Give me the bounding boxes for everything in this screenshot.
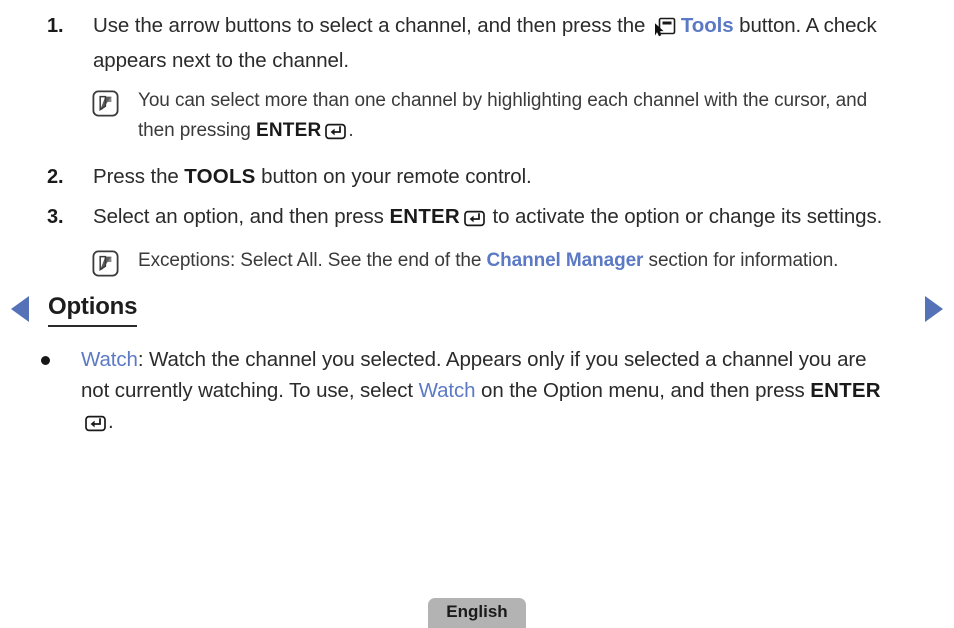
step-1-note-text-b: . [348, 120, 354, 141]
channel-manager-link[interactable]: Channel Manager [486, 250, 643, 271]
step-2: 2. Press the TOOLS button on your remote… [0, 162, 954, 192]
manual-page: 1. Use the arrow buttons to select a cha… [0, 0, 954, 628]
manual-content: 1. Use the arrow buttons to select a cha… [0, 0, 954, 441]
enter-icon [85, 410, 106, 441]
tools-icon [654, 16, 676, 46]
tools-key-label: TOOLS [184, 165, 256, 188]
enter-key-label: ENTER [810, 379, 881, 402]
step-3-note-text-b: section for information. [643, 250, 839, 271]
enter-icon [464, 206, 485, 236]
note-icon [92, 250, 119, 287]
step-3-text-a: Select an option, and then press [93, 205, 390, 228]
option-watch-text-c: . [108, 410, 114, 433]
step-3-note-text-a: Exceptions: Select All. See the end of t… [138, 250, 487, 271]
step-3: 3. Select an option, and then press ENTE… [0, 202, 954, 236]
options-heading: Options [48, 292, 137, 327]
enter-key-label: ENTER [389, 205, 460, 228]
enter-icon [325, 120, 347, 150]
step-1-note-text-a: You can select more than one channel by … [138, 90, 868, 141]
note-icon [92, 90, 119, 127]
options-heading-wrap: Options [0, 292, 954, 327]
bullet-icon [41, 356, 50, 365]
step-2-text-b: button on your remote control. [255, 165, 532, 188]
step-3-number: 3. [47, 206, 64, 228]
step-2-text-a: Press the [93, 165, 185, 188]
step-1: 1. Use the arrow buttons to select a cha… [0, 11, 954, 76]
step-3-note: Exceptions: Select All. See the end of t… [0, 246, 954, 277]
options-list: Watch: Watch the channel you selected. A… [0, 344, 954, 441]
step-1-note: You can select more than one channel by … [0, 86, 954, 150]
step-3-text-b: to activate the option or change its set… [486, 205, 883, 228]
watch-link-2[interactable]: Watch [419, 379, 476, 402]
enter-key-label: ENTER [255, 120, 322, 141]
step-1-number: 1. [47, 15, 64, 37]
watch-link[interactable]: Watch [81, 348, 138, 371]
option-watch-text-b: on the Option menu, and then press [475, 379, 811, 402]
step-1-text-a: Use the arrow buttons to select a channe… [93, 14, 646, 37]
option-item-watch: Watch: Watch the channel you selected. A… [0, 344, 954, 441]
step-2-number: 2. [47, 166, 64, 188]
tools-link[interactable]: Tools [681, 14, 734, 37]
